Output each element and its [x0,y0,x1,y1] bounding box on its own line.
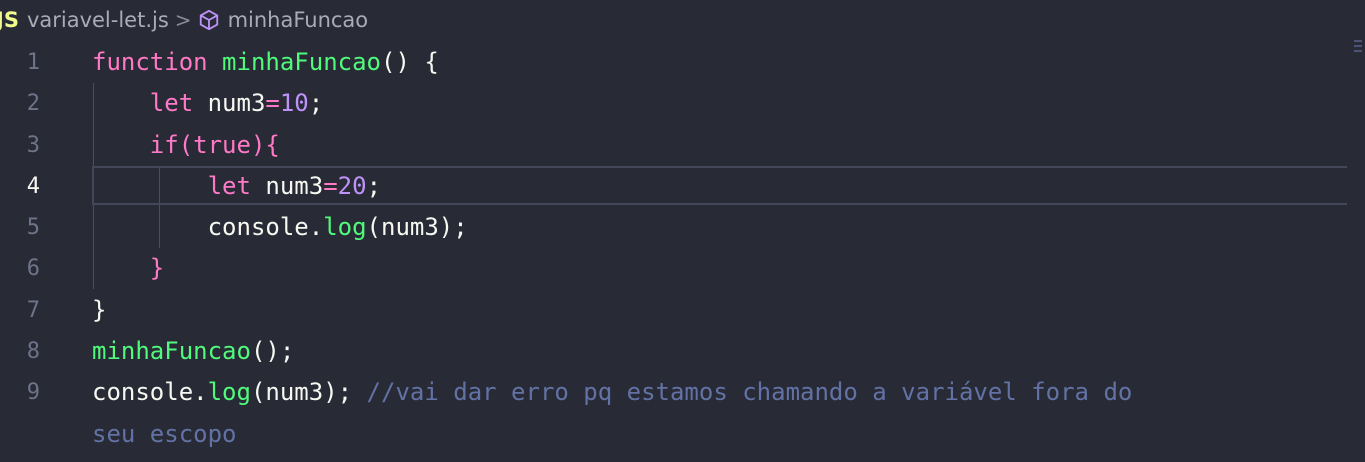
code-token: minhaFuncao [92,337,251,366]
code-token: log [323,213,367,242]
chevron-right-icon: > [174,8,192,32]
breadcrumb: JS variavel-let.js > minhaFuncao [0,0,1365,40]
code-token: function [92,48,208,76]
breadcrumb-symbol[interactable]: minhaFuncao [228,8,369,32]
line-number: 2 [26,91,40,117]
code-text: } [92,290,106,331]
code-line[interactable]: 4 let num3=20; [0,165,1365,207]
code-text: let num3=10; [92,83,323,124]
code-token: 10 [279,89,309,118]
code-token: if [149,130,179,159]
code-token: log [207,378,251,407]
code-token: (); [250,337,295,366]
line-number: 8 [26,339,40,365]
line-number: 6 [26,256,40,282]
code-line[interactable]: 1 function minhaFuncao() { [0,42,1365,83]
code-line[interactable]: 6 } [0,248,1365,289]
code-text: seu escopo [92,414,237,455]
code-token: true [193,130,251,159]
code-token: } [149,254,165,283]
code-line[interactable]: seu escopo [0,414,1365,455]
code-token: minhaFuncao [222,48,381,76]
code-token: num3 [250,171,324,200]
code-text: minhaFuncao(); [92,331,294,372]
code-line[interactable]: 8 minhaFuncao(); [0,331,1365,372]
code-token: ){ [250,130,280,159]
line-number: 1 [26,50,40,75]
breadcrumb-file[interactable]: variavel-let.js [27,8,169,32]
code-token: ; [366,171,382,200]
code-text: console.log(num3); [92,207,468,248]
code-token: () { [381,48,439,76]
code-line[interactable]: 5 console.log(num3); [0,207,1365,248]
code-token: 20 [337,171,367,200]
code-text: if(true){ [92,125,280,166]
line-number: 9 [26,380,40,406]
code-token: } [92,295,107,324]
code-token: seu escopo [92,419,237,448]
code-line[interactable]: 3 if(true){ [0,125,1365,166]
code-token: let [207,171,251,200]
cube-icon [198,9,220,31]
code-token: = [323,171,338,200]
code-text: function minhaFuncao() { [92,42,439,83]
code-line[interactable]: 2 let num3=10; [0,83,1365,124]
code-token: console. [92,378,208,407]
code-text: } [92,248,164,289]
code-text: console.log(num3); //vai dar erro pq est… [92,372,1132,413]
line-number: 3 [26,132,40,158]
line-number: 5 [26,215,40,241]
code-token: ( [178,130,194,159]
code-line[interactable]: 7} [0,290,1365,331]
code-line[interactable]: 9 console.log(num3); //vai dar erro pq es… [0,372,1365,413]
code-token: ; [308,89,324,118]
code-token: //vai dar erro pq estamos chamando a var… [366,378,1133,407]
line-number: 4 [26,173,40,199]
code-token: = [265,89,280,118]
line-number: 7 [26,297,40,323]
code-editor[interactable]: 1 function minhaFuncao() {2 let num3=10; 3… [0,42,1365,455]
code-token: let [149,89,194,118]
code-token: num3 [193,89,266,118]
code-token: console. [92,213,324,242]
code-token: (num3); [366,213,468,242]
code-token: (num3); [250,378,367,407]
js-file-icon: JS [0,8,19,32]
code-text: let num3=20; [92,166,381,207]
